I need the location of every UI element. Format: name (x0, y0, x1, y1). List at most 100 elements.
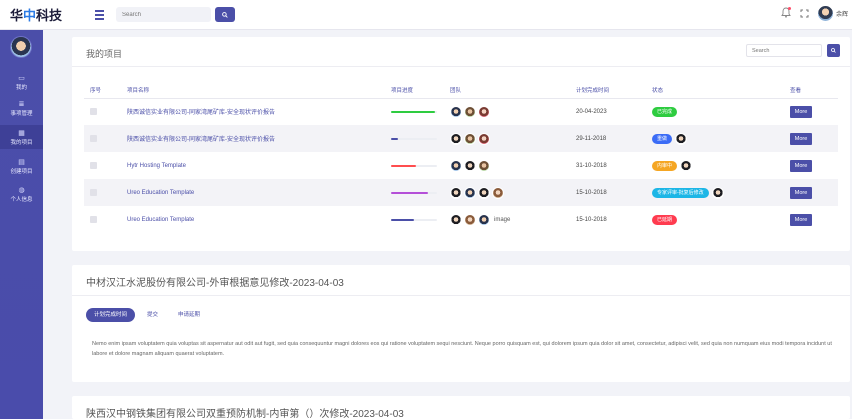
progress-fill (391, 191, 428, 194)
team-member-avatar[interactable] (478, 105, 490, 118)
team-avatars (450, 159, 570, 172)
team-member-avatar[interactable] (464, 213, 476, 226)
header-search-input[interactable] (116, 7, 211, 22)
team-member-avatar[interactable] (450, 105, 462, 118)
status-badge: 专家评审-批复后修改 (652, 187, 709, 198)
status-cell: 已完成 (646, 98, 784, 125)
divider (72, 295, 850, 296)
list-icon: ≣ (18, 99, 25, 108)
team-cell: image (444, 206, 570, 233)
projects-search-button[interactable] (827, 44, 840, 57)
sidebar-item-create-project[interactable]: ▤ 创建项目 (0, 154, 43, 178)
grid-icon: ▦ (18, 128, 25, 137)
row-checkbox[interactable] (90, 108, 97, 116)
reviewer-avatar[interactable] (675, 132, 688, 145)
sidebar-item-label: 创建项目 (10, 168, 33, 175)
action-cell: More (784, 152, 838, 179)
reviewer-avatar[interactable] (711, 186, 724, 199)
progress-cell (385, 125, 444, 152)
more-button[interactable]: More (790, 159, 812, 172)
sidebar-avatar[interactable] (10, 36, 32, 58)
progress-fill (391, 164, 417, 167)
project-name-cell: 陕西诚信实业有限公司-同家湾尾矿库-安全现状评价报告 (121, 125, 385, 152)
status-group: 专家评审-批复后修改 (652, 186, 784, 199)
col-header: 状态 (646, 83, 784, 99)
user-avatar[interactable] (817, 6, 833, 21)
team-member-avatar[interactable] (464, 105, 476, 118)
more-button[interactable]: More (790, 186, 812, 199)
row-checkbox[interactable] (90, 162, 97, 169)
tab-submit[interactable]: 提交 (139, 308, 166, 322)
sidebar-item-my-projects[interactable]: ▦ 我的项目 (0, 125, 43, 149)
row-select-cell (84, 206, 121, 233)
tab-planned-time[interactable]: 计划完成时间 (86, 308, 136, 322)
status-group: 已延期 (652, 214, 784, 225)
team-member-avatar[interactable] (450, 186, 462, 199)
table-header-row: 序号 项目名称 项目进度 团队 计划完成时间 状态 查看 (84, 83, 838, 99)
projects-search-input[interactable] (746, 44, 822, 57)
row-select-cell (84, 152, 121, 179)
team-member-avatar[interactable] (478, 159, 490, 172)
project-name-link[interactable]: Ureo Education Template (127, 190, 194, 196)
project-name-link[interactable]: Hytr Hosting Template (127, 163, 186, 169)
reviewer-avatar[interactable] (680, 159, 693, 172)
more-button[interactable]: More (790, 132, 812, 145)
username[interactable]: 余辉 (836, 9, 848, 18)
search-icon (831, 48, 836, 53)
team-avatars: image (450, 213, 570, 226)
team-member-avatar[interactable] (464, 186, 476, 199)
card-title: 我的项目 (86, 49, 123, 59)
table-row: Ureo Education Template image 15-10-2018… (84, 206, 838, 233)
due-date-cell: 15-10-2018 (570, 179, 646, 206)
progress-bar (391, 216, 437, 224)
project-name-link[interactable]: 陕西诚信实业有限公司-同家湾尾矿库-安全现状评价报告 (127, 110, 275, 116)
team-member-avatar[interactable] (464, 132, 476, 145)
sidebar-item-label: 事项管理 (10, 110, 33, 117)
status-cell: 专家评审-批复后修改 (646, 179, 784, 206)
team-member-avatar[interactable] (478, 186, 490, 199)
monitor-icon: ▭ (18, 73, 25, 82)
project-name-link[interactable]: 陕西诚信实业有限公司-同家湾尾矿库-安全现状评价报告 (127, 137, 275, 143)
more-button[interactable]: More (790, 213, 812, 226)
team-avatars (450, 132, 570, 145)
status-cell: 内审中 (646, 152, 784, 179)
status-badge: 已完成 (652, 106, 678, 117)
progress-bar (391, 135, 437, 143)
header-search-button[interactable] (215, 7, 235, 22)
team-member-avatar[interactable] (478, 213, 490, 226)
status-group: 重做 (652, 132, 784, 145)
team-member-avatar[interactable] (450, 159, 462, 172)
sidebar-item-tasks[interactable]: ≣ 事项管理 (0, 96, 43, 120)
row-checkbox[interactable] (90, 216, 97, 223)
document-icon: ▤ (18, 157, 25, 166)
menu-toggle-icon[interactable] (92, 7, 108, 23)
progress-fill (391, 137, 398, 140)
due-date: 15-10-2018 (576, 216, 607, 223)
more-button[interactable]: More (790, 105, 812, 118)
tab-request-extension[interactable]: 申请延期 (170, 308, 208, 322)
row-select-cell (84, 98, 121, 125)
project-detail-card: 陕西汉中钢铁集团有限公司双重预防机制-内审第（）次修改-2023-04-03 (72, 396, 850, 419)
team-member-avatar[interactable] (450, 213, 462, 226)
detail-tabs: 计划完成时间 提交 申请延期 (86, 308, 208, 322)
team-member-avatar[interactable] (450, 132, 462, 145)
team-member-avatar[interactable] (478, 132, 490, 145)
row-checkbox[interactable] (90, 189, 97, 196)
sidebar-item-label: 我的项目 (10, 139, 33, 146)
action-cell: More (784, 206, 838, 233)
row-checkbox[interactable] (90, 135, 97, 142)
notification-button[interactable] (781, 7, 791, 20)
col-header: 项目进度 (385, 83, 444, 99)
team-member-avatar[interactable] (464, 159, 476, 172)
sidebar-item-profile[interactable]: ◍ 个人信息 (0, 182, 43, 206)
progress-fill (391, 110, 435, 113)
team-member-avatar[interactable] (492, 186, 504, 199)
fullscreen-icon[interactable] (800, 9, 809, 18)
progress-cell (385, 206, 444, 233)
due-date-cell: 15-10-2018 (570, 206, 646, 233)
sidebar-item-label: 我的 (15, 84, 27, 91)
progress-bar (391, 108, 437, 116)
col-header: 团队 (444, 83, 570, 99)
sidebar-item-mine[interactable]: ▭ 我的 (0, 70, 43, 94)
project-name-link[interactable]: Ureo Education Template (127, 217, 194, 223)
